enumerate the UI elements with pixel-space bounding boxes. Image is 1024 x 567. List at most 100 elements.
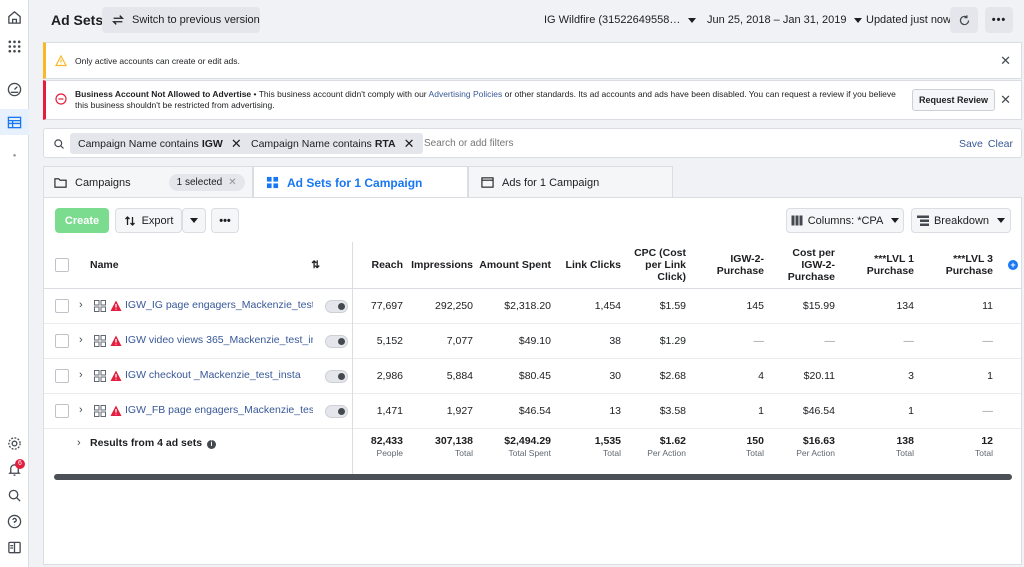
folder-icon (54, 178, 67, 188)
clear-filter-link[interactable]: Clear (988, 138, 1013, 150)
row-checkbox[interactable] (55, 404, 69, 418)
save-filter-link[interactable]: Save (959, 138, 983, 150)
cell-cost-per-igw2: $20.11 (803, 370, 835, 382)
tab-ads[interactable]: Ads for 1 Campaign (468, 166, 673, 198)
tab-campaigns[interactable]: Campaigns 1 selected ✕ (43, 166, 253, 198)
warning-banner: Only active accounts can create or edit … (43, 42, 1022, 79)
advertising-policies-link[interactable]: Advertising Policies (429, 89, 503, 99)
filter-bar: Campaign Name contains IGW ✕ Campaign Name… (43, 128, 1022, 158)
cell-cost-per-igw2: $46.54 (802, 405, 835, 417)
columns-button[interactable]: Columns: *CPA (786, 208, 904, 233)
row-checkbox[interactable] (55, 334, 69, 348)
summary-lvl3: 12 Total (937, 429, 993, 469)
gear-icon[interactable] (5, 434, 24, 453)
header-cpc[interactable]: CPC (Cost per Link Click) (632, 242, 686, 288)
header-cost-per-igw2[interactable]: Cost per IGW-2-Purchase (777, 242, 835, 288)
summary-impressions-sub: Total (455, 448, 473, 458)
row-checkbox[interactable] (55, 299, 69, 313)
expand-chevron-icon[interactable]: › (79, 369, 83, 381)
help-icon[interactable] (5, 512, 24, 531)
panel-toggle-icon[interactable] (5, 538, 24, 557)
summary-spent-sub: Total Spent (508, 448, 551, 458)
create-button[interactable]: Create (55, 208, 109, 233)
filter-chip-value: RTA (374, 137, 396, 150)
cell-impressions: 292,250 (435, 300, 473, 312)
header-lvl1-purchase[interactable]: ***LVL 1 Purchase (856, 242, 914, 288)
date-range-selector[interactable]: Jun 25, 2018 – Jan 31, 2019 (707, 14, 863, 26)
refresh-icon (959, 14, 969, 25)
export-arrows-icon (124, 215, 135, 226)
remove-filter-icon[interactable]: ✕ (231, 136, 242, 152)
header-name[interactable]: Name (90, 242, 150, 288)
more-options-button[interactable]: ••• (985, 7, 1013, 33)
cell-link-clicks: 38 (609, 335, 621, 347)
ad-set-name-link[interactable]: IGW_FB page engagers_Mackenzie_test_inst… (125, 404, 313, 416)
summary-reach-sub: People (376, 448, 403, 458)
expand-chevron-icon[interactable]: › (79, 334, 83, 346)
breakdown-button[interactable]: Breakdown (911, 208, 1011, 233)
horizontal-scrollbar[interactable] (54, 474, 1012, 480)
summary-reach-value: 82,433 (370, 435, 403, 447)
ad-set-name-link[interactable]: IGW_IG page engagers_Mackenzie_test_inst… (125, 299, 313, 311)
filter-chip-igw[interactable]: Campaign Name contains IGW ✕ (70, 133, 250, 154)
error-triangle-icon (110, 300, 122, 311)
table-row[interactable]: › IGW checkout _Mackenzie_test_insta 2,9… (44, 359, 1021, 394)
cell-impressions: 7,077 (446, 335, 473, 347)
header-amount-spent[interactable]: Amount Spent (479, 242, 551, 288)
filter-search-input[interactable] (424, 138, 624, 149)
account-name: IG Wildfire (31522649558… (544, 14, 681, 26)
cell-cost-per-igw2: $15.99 (802, 300, 835, 312)
tab-ad-sets[interactable]: Ad Sets for 1 Campaign (253, 166, 468, 198)
ad-set-name-link[interactable]: IGW video views 365_Mackenzie_test_insta (125, 334, 313, 346)
cell-cpc: $3.58 (659, 405, 686, 417)
ad-set-grid-icon (94, 335, 106, 347)
clear-selection-icon[interactable]: ✕ (228, 177, 236, 188)
row-checkbox[interactable] (55, 369, 69, 383)
request-review-button[interactable]: Request Review (912, 89, 995, 111)
left-rail: ● 6 (0, 0, 29, 567)
header-link-clicks[interactable]: Link Clicks (557, 242, 621, 288)
table-row[interactable]: › IGW_IG page engagers_Mackenzie_test_in… (44, 289, 1021, 324)
export-dropdown-button[interactable] (182, 208, 206, 233)
table-row[interactable]: › IGW video views 365_Mackenzie_test_ins… (44, 324, 1021, 359)
expand-chevron-icon[interactable]: › (77, 437, 81, 449)
filter-chip-rta[interactable]: Campaign Name contains RTA ✕ (243, 133, 423, 154)
refresh-button[interactable] (950, 7, 978, 33)
expand-chevron-icon[interactable]: › (79, 299, 83, 311)
switch-version-button[interactable]: Switch to previous version (102, 7, 260, 33)
search-icon[interactable] (5, 486, 24, 505)
ad-set-name-link[interactable]: IGW checkout _Mackenzie_test_insta (125, 369, 313, 381)
apps-grid-icon[interactable] (5, 37, 24, 56)
error-text-1: • This business account didn't comply wi… (251, 89, 429, 99)
header-impressions[interactable]: Impressions (409, 242, 473, 288)
summary-row: › Results from 4 ad sets i 82,433 People … (44, 429, 1021, 469)
summary-igw2: 150 Total (708, 429, 764, 469)
account-selector[interactable]: IG Wildfire (31522649558… (544, 14, 697, 26)
frozen-column-divider (352, 242, 353, 474)
close-warning-icon[interactable]: ✕ (1000, 53, 1011, 69)
cell-amount-spent: $80.45 (518, 370, 551, 382)
header-igw2-purchase[interactable]: IGW-2-Purchase (708, 242, 764, 288)
select-all-checkbox[interactable] (55, 258, 69, 272)
info-icon[interactable]: i (206, 440, 216, 449)
table-row[interactable]: › IGW_FB page engagers_Mackenzie_test_in… (44, 394, 1021, 429)
sort-icon[interactable]: ⇅ (306, 242, 320, 288)
home-icon[interactable] (5, 8, 24, 27)
cell-cpc: $2.68 (659, 370, 686, 382)
date-range: Jun 25, 2018 – Jan 31, 2019 (707, 14, 847, 26)
expand-chevron-icon[interactable]: › (79, 404, 83, 416)
toolbar-more-button[interactable]: ••• (211, 208, 239, 233)
header-lvl3-purchase[interactable]: ***LVL 3 Purchase (937, 242, 993, 288)
close-error-icon[interactable]: ✕ (1000, 92, 1011, 108)
cell-impressions: 1,927 (446, 405, 473, 417)
ads-manager-table-icon[interactable] (5, 113, 24, 132)
selected-pill[interactable]: 1 selected ✕ (168, 174, 245, 191)
export-button[interactable]: Export (115, 208, 182, 233)
summary-label-text: Results from 4 ad sets (90, 437, 203, 449)
add-column-icon[interactable]: + (1008, 260, 1018, 270)
cell-link-clicks: 1,454 (594, 300, 621, 312)
remove-filter-icon[interactable]: ✕ (404, 136, 415, 152)
cell-igw2-purchase: 145 (746, 300, 764, 312)
dashboard-gauge-icon[interactable] (5, 80, 24, 99)
summary-lvl3-value: 12 (981, 435, 993, 447)
